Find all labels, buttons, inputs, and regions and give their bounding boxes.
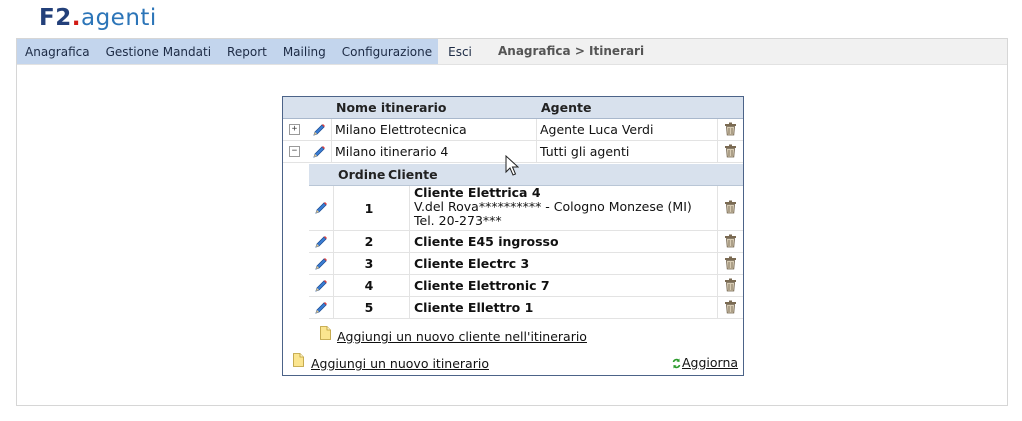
- mouse-cursor-icon: [505, 155, 519, 176]
- logo-suffix: agenti: [80, 5, 157, 31]
- menu-bar: Anagrafica Gestione Mandati Report Maili…: [17, 39, 1007, 65]
- logo-dot: .: [71, 5, 81, 31]
- new-document-icon: [320, 326, 331, 340]
- client-order: 2: [364, 234, 374, 249]
- itinerary-row: + Milano Elettrotecnica Agente Luca Verd…: [283, 119, 743, 141]
- client-order: 5: [364, 300, 374, 315]
- client-table-header: Ordine Cliente: [309, 164, 743, 186]
- client-phone: Tel. 20-273***: [414, 213, 502, 228]
- client-row: 2 Cliente E45 ingrosso: [309, 231, 743, 253]
- delete-icon[interactable]: [724, 300, 737, 314]
- column-header-client: Cliente: [388, 167, 438, 182]
- collapse-icon[interactable]: −: [289, 146, 300, 157]
- client-name: Cliente Ellettro 1: [414, 300, 534, 315]
- main-menu: Anagrafica Gestione Mandati Report Maili…: [17, 39, 472, 64]
- edit-icon[interactable]: [314, 301, 328, 315]
- edit-icon[interactable]: [312, 145, 326, 159]
- table-header: Nome itinerario Agente: [283, 97, 743, 119]
- menu-anagrafica[interactable]: Anagrafica: [25, 45, 90, 59]
- main-frame: Anagrafica Gestione Mandati Report Maili…: [16, 38, 1008, 406]
- itinerary-agent: Agente Luca Verdi: [540, 122, 654, 137]
- client-row: 3 Cliente Electrc 3: [309, 253, 743, 275]
- menu-gestione-mandati[interactable]: Gestione Mandati: [106, 45, 211, 59]
- edit-icon[interactable]: [314, 257, 328, 271]
- delete-icon[interactable]: [724, 256, 737, 270]
- client-order: 1: [364, 201, 374, 216]
- itinerary-name: Milano itinerario 4: [335, 144, 449, 159]
- edit-icon[interactable]: [314, 235, 328, 249]
- delete-icon[interactable]: [724, 200, 737, 214]
- client-name: Cliente Electrc 3: [414, 256, 530, 271]
- client-name: Cliente Elettronic 7: [414, 278, 550, 293]
- logo-prefix: F2: [39, 5, 72, 31]
- edit-icon[interactable]: [314, 201, 328, 215]
- delete-icon[interactable]: [724, 122, 737, 136]
- edit-icon[interactable]: [314, 279, 328, 293]
- client-details: Cliente Elettrica 4 V.del Rova**********…: [414, 186, 692, 228]
- edit-icon[interactable]: [312, 123, 326, 137]
- itinerary-panel: Nome itinerario Agente + Milano Elettrot…: [282, 96, 744, 376]
- client-address: V.del Rova********** - Cologno Monzese (…: [414, 199, 692, 214]
- client-order: 4: [364, 278, 374, 293]
- client-row: 5 Cliente Ellettro 1: [309, 297, 743, 319]
- client-row: 1 Cliente Elettrica 4 V.del Rova********…: [309, 186, 743, 231]
- menu-configurazione[interactable]: Configurazione: [342, 45, 432, 59]
- delete-icon[interactable]: [724, 234, 737, 248]
- expand-icon[interactable]: +: [289, 124, 300, 135]
- delete-icon[interactable]: [724, 278, 737, 292]
- client-name: Cliente Elettrica 4: [414, 185, 541, 200]
- itinerary-agent: Tutti gli agenti: [540, 144, 630, 159]
- client-order: 3: [364, 256, 374, 271]
- add-itinerary-link[interactable]: Aggiungi un nuovo itinerario: [311, 356, 489, 371]
- menu-report[interactable]: Report: [227, 45, 267, 59]
- itinerary-name: Milano Elettrotecnica: [335, 122, 467, 137]
- column-header-order: Ordine: [338, 167, 386, 182]
- app-logo: F2.agenti: [39, 3, 157, 33]
- new-document-icon: [293, 353, 304, 367]
- menu-esci[interactable]: Esci: [448, 45, 472, 59]
- column-header-name: Nome itinerario: [336, 100, 447, 115]
- refresh-link[interactable]: Aggiorna: [682, 355, 738, 370]
- add-client-link[interactable]: Aggiungi un nuovo cliente nell'itinerari…: [337, 329, 587, 344]
- column-header-agent: Agente: [541, 100, 592, 115]
- breadcrumb: Anagrafica > Itinerari: [498, 44, 645, 58]
- client-name: Cliente E45 ingrosso: [414, 234, 559, 249]
- delete-icon[interactable]: [724, 144, 737, 158]
- menu-mailing[interactable]: Mailing: [283, 45, 326, 59]
- refresh-icon[interactable]: [672, 358, 681, 369]
- client-row: 4 Cliente Elettronic 7: [309, 275, 743, 297]
